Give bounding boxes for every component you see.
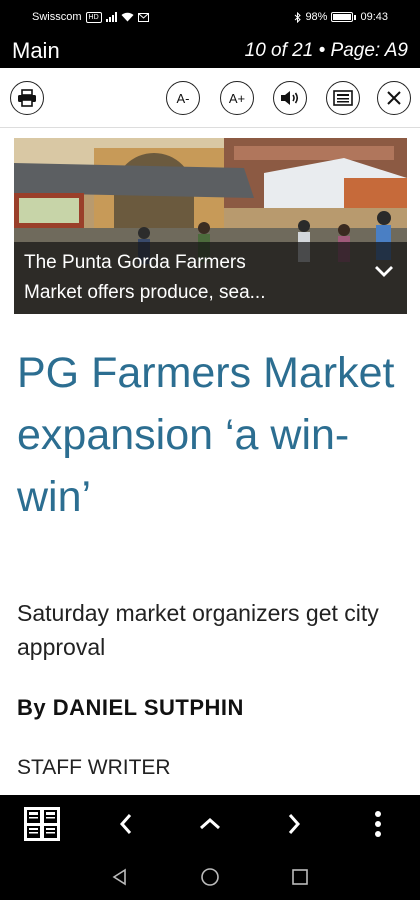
close-button[interactable] <box>377 81 411 115</box>
article-headline: PG Farmers Market expansion ‘a win-win’ <box>17 349 395 521</box>
chevron-down-icon[interactable] <box>373 264 395 278</box>
font-decrease-button[interactable]: A- <box>166 81 200 115</box>
more-vertical-icon <box>375 811 381 837</box>
article-view-button[interactable] <box>326 81 360 115</box>
scroll-up-button[interactable] <box>189 803 231 845</box>
home-icon <box>201 868 219 886</box>
home-button[interactable] <box>198 865 222 889</box>
font-increase-label: A+ <box>228 90 246 106</box>
recents-icon <box>292 869 308 885</box>
more-options-button[interactable] <box>357 803 399 845</box>
chevron-up-icon <box>200 817 220 830</box>
previous-page-button[interactable] <box>105 803 147 845</box>
next-page-button[interactable] <box>273 803 315 845</box>
print-button[interactable] <box>10 81 44 115</box>
article-toolbar: A- A+ <box>0 68 420 128</box>
clock: 09:43 <box>360 11 388 23</box>
speaker-icon <box>281 91 299 105</box>
page-grid-button[interactable] <box>21 803 63 845</box>
chevron-right-icon <box>288 814 301 834</box>
article-view-icon <box>333 90 353 106</box>
message-icon <box>137 12 149 22</box>
image-caption[interactable]: The Punta Gorda Farmers Market offers pr… <box>14 242 407 314</box>
signal-icon <box>105 12 117 22</box>
back-icon <box>112 868 126 886</box>
author-role: STAFF WRITER <box>17 756 171 779</box>
battery-percent: 98% <box>305 11 328 23</box>
audio-button[interactable] <box>273 81 307 115</box>
caption-line-2: Market offers produce, sea... <box>24 282 266 303</box>
caption-line-1: The Punta Gorda Farmers <box>24 252 246 273</box>
article-subheadline: Saturday market organizers get city appr… <box>17 600 379 660</box>
carrier-name: Swisscom <box>32 11 82 23</box>
title-bar: Main 10 of 21 • Page: A9 <box>0 34 420 68</box>
section-title[interactable]: Main <box>12 38 60 64</box>
printer-icon <box>18 89 36 107</box>
page-indicator: 10 of 21 • Page: A9 <box>244 40 408 61</box>
article-byline: By DANIEL SUTPHIN <box>17 695 244 720</box>
chevron-left-icon <box>119 814 132 834</box>
close-icon <box>387 91 401 105</box>
font-decrease-label: A- <box>176 90 190 106</box>
network-badge: HD <box>85 11 102 23</box>
page-grid-icon <box>24 807 60 841</box>
font-increase-button[interactable]: A+ <box>220 81 254 115</box>
status-bar: Swisscom HD 98% 09:43 <box>0 0 420 34</box>
back-button[interactable] <box>108 865 132 889</box>
article-image[interactable]: The Punta Gorda Farmers Market offers pr… <box>14 138 407 314</box>
wifi-icon <box>121 12 134 22</box>
bottom-navigation-bar <box>0 795 420 853</box>
recents-button[interactable] <box>288 865 312 889</box>
bluetooth-icon <box>295 11 302 23</box>
battery-icon <box>331 12 357 22</box>
system-navigation-bar <box>0 853 420 900</box>
